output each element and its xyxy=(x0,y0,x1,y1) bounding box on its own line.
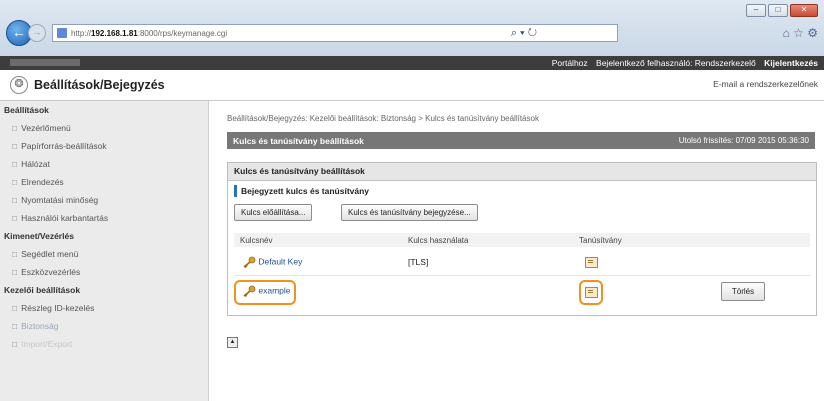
sidebar-section-output: Kimenet/Vezérlés xyxy=(4,231,74,241)
panel-title: Kulcs és tanúsítvány beállítások xyxy=(228,163,816,181)
sidebar-section-settings: Beállítások xyxy=(4,105,49,115)
last-updated: Utolsó frissítés: 07/09 2015 05:36:30 xyxy=(678,136,809,145)
minimize-button[interactable]: – xyxy=(746,4,766,17)
key-name-example[interactable]: example xyxy=(242,285,291,297)
sidebar-item-network[interactable]: □ Hálózat xyxy=(0,155,208,173)
key-certificate-panel: Kulcs és tanúsítvány beállítások Bejegyz… xyxy=(227,162,817,316)
generate-key-button[interactable]: Kulcs előállítása... xyxy=(234,204,313,221)
navigation-row: ← → http:// 192.168.1.81 :8000/rps/keyma… xyxy=(6,20,818,46)
key-usage-default: [TLS] xyxy=(408,257,429,267)
close-button[interactable]: ✕ xyxy=(790,4,818,17)
url-prefix: http:// xyxy=(71,28,92,38)
section-header: Kulcs és tanúsítvány beállítások Utolsó … xyxy=(227,132,815,149)
forward-button[interactable]: → xyxy=(28,24,46,42)
address-bar[interactable]: http:// 192.168.1.81 :8000/rps/keymanage… xyxy=(52,24,618,42)
browser-toolbar-icons[interactable]: ⌂ ☆ ⚙ xyxy=(783,26,818,40)
device-logo xyxy=(10,59,80,66)
sidebar-item-user-maintenance[interactable]: □ Használói karbantartás xyxy=(0,209,208,227)
sidebar-item-control-menu[interactable]: □ Vezérlőmenü xyxy=(0,119,208,137)
page-title: Beállítások/Bejegyzés xyxy=(34,78,165,92)
url-host: 192.168.1.81 xyxy=(91,28,138,38)
maximize-button[interactable]: □ xyxy=(768,4,788,17)
sidebar-item-paper-source[interactable]: □ Papírforrás-beállítások xyxy=(0,137,208,155)
page-header: ❂ Beállítások/Bejegyzés E-mail a rendsze… xyxy=(0,70,824,101)
scroll-top-icon[interactable]: ▲ xyxy=(227,337,238,348)
site-icon xyxy=(57,28,67,38)
certificate-icon[interactable] xyxy=(585,257,598,268)
window-controls: – □ ✕ xyxy=(746,4,818,17)
logout-link[interactable]: Kijelentkezés xyxy=(764,58,818,68)
email-admin-link[interactable]: E-mail a rendszerkezelőnek xyxy=(713,79,818,89)
sidebar-item-security[interactable]: □ Biztonság xyxy=(0,317,208,335)
sidebar: Beállítások □ Vezérlőmenü □ Papírforrás-be… xyxy=(0,101,209,401)
search-refresh-icons[interactable]: ⌕ ▾ ↻ xyxy=(511,27,537,40)
key-icon xyxy=(243,285,256,297)
sidebar-section-management: Kezelői beállítások xyxy=(4,285,81,295)
settings-icon: ❂ xyxy=(10,76,28,94)
login-user-label: Bejelentkező felhasználó: Rendszerkezelő xyxy=(596,58,756,68)
table-row: Default Key [TLS] xyxy=(234,252,810,272)
sidebar-item-layout[interactable]: □ Elrendezés xyxy=(0,173,208,191)
sidebar-item-print-quality[interactable]: □ Nyomtatási minőség xyxy=(0,191,208,209)
registered-subtitle: Bejegyzett kulcs és tanúsítvány xyxy=(234,185,369,197)
table-header: Kulcsnév Kulcs használata Tanúsítvány xyxy=(234,233,810,247)
key-name-default[interactable]: Default Key xyxy=(242,256,302,268)
sidebar-item-import-export[interactable]: □ Import/Export xyxy=(0,335,208,353)
sidebar-item-dept-id[interactable]: □ Részleg ID-kezelés xyxy=(0,299,208,317)
url-path: :8000/rps/keymanage.cgi xyxy=(137,28,228,38)
breadcrumb: Beállítások/Bejegyzés: Kezelői beállítás… xyxy=(227,114,539,123)
key-icon xyxy=(243,256,256,268)
table-row: example Törlés xyxy=(234,275,810,308)
portal-link[interactable]: Portálhoz xyxy=(552,58,588,68)
sidebar-item-utility-menu[interactable]: □ Segédlet menü xyxy=(0,245,208,263)
col-key-usage: Kulcs használata xyxy=(408,236,469,245)
section-header-title: Kulcs és tanúsítvány beállítások xyxy=(233,136,364,146)
browser-chrome: – □ ✕ ← → http:// 192.168.1.81 :8000/rps… xyxy=(0,0,824,56)
col-key-name: Kulcsnév xyxy=(240,236,273,245)
sidebar-item-device-control[interactable]: □ Eszközvezérlés xyxy=(0,263,208,281)
delete-button[interactable]: Törlés xyxy=(721,282,765,301)
certificate-icon[interactable] xyxy=(585,287,598,298)
col-certificate: Tanúsítvány xyxy=(579,236,622,245)
register-key-button[interactable]: Kulcs és tanúsítvány bejegyzése... xyxy=(341,204,478,221)
top-link-bar: Portálhoz Bejelentkező felhasználó: Rend… xyxy=(0,56,824,70)
